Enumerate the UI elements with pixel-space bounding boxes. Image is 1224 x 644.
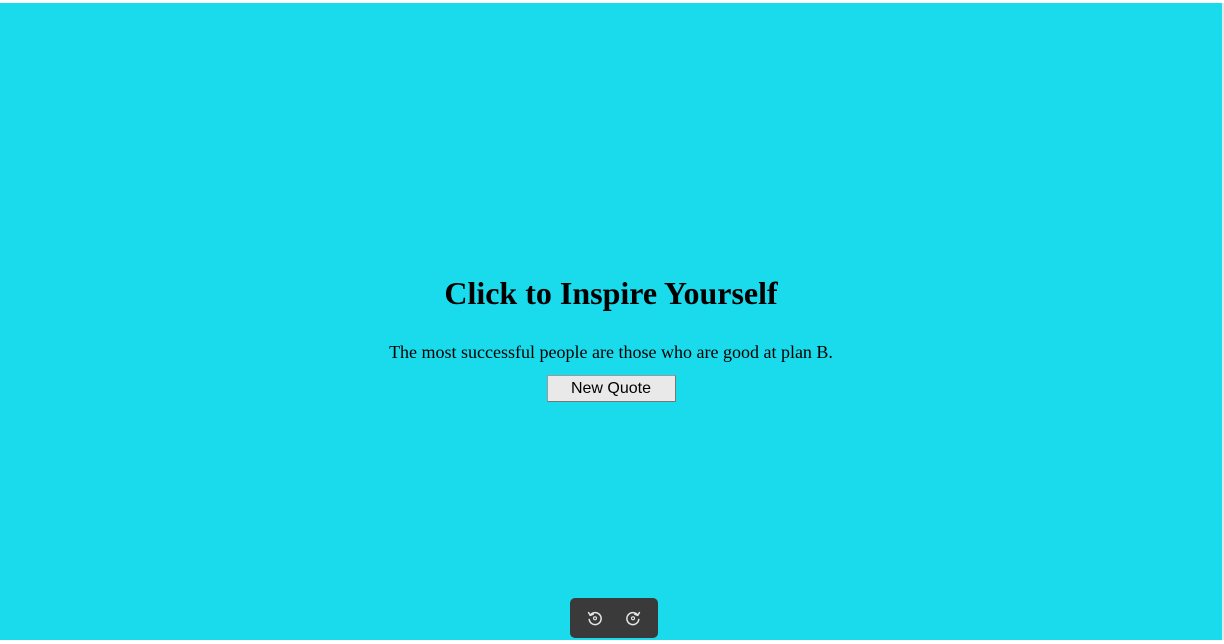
rotate-right-button[interactable] bbox=[620, 605, 646, 631]
floating-toolbar bbox=[570, 598, 658, 638]
quote-container: Click to Inspire Yourself The most succe… bbox=[0, 3, 1222, 640]
app-viewport: Click to Inspire Yourself The most succe… bbox=[0, 3, 1224, 640]
rotate-right-icon bbox=[624, 609, 642, 627]
new-quote-button[interactable]: New Quote bbox=[546, 375, 676, 402]
quote-text: The most successful people are those who… bbox=[389, 342, 833, 362]
page-title: Click to Inspire Yourself bbox=[444, 275, 778, 311]
rotate-left-button[interactable] bbox=[582, 605, 608, 631]
rotate-left-icon bbox=[586, 609, 604, 627]
